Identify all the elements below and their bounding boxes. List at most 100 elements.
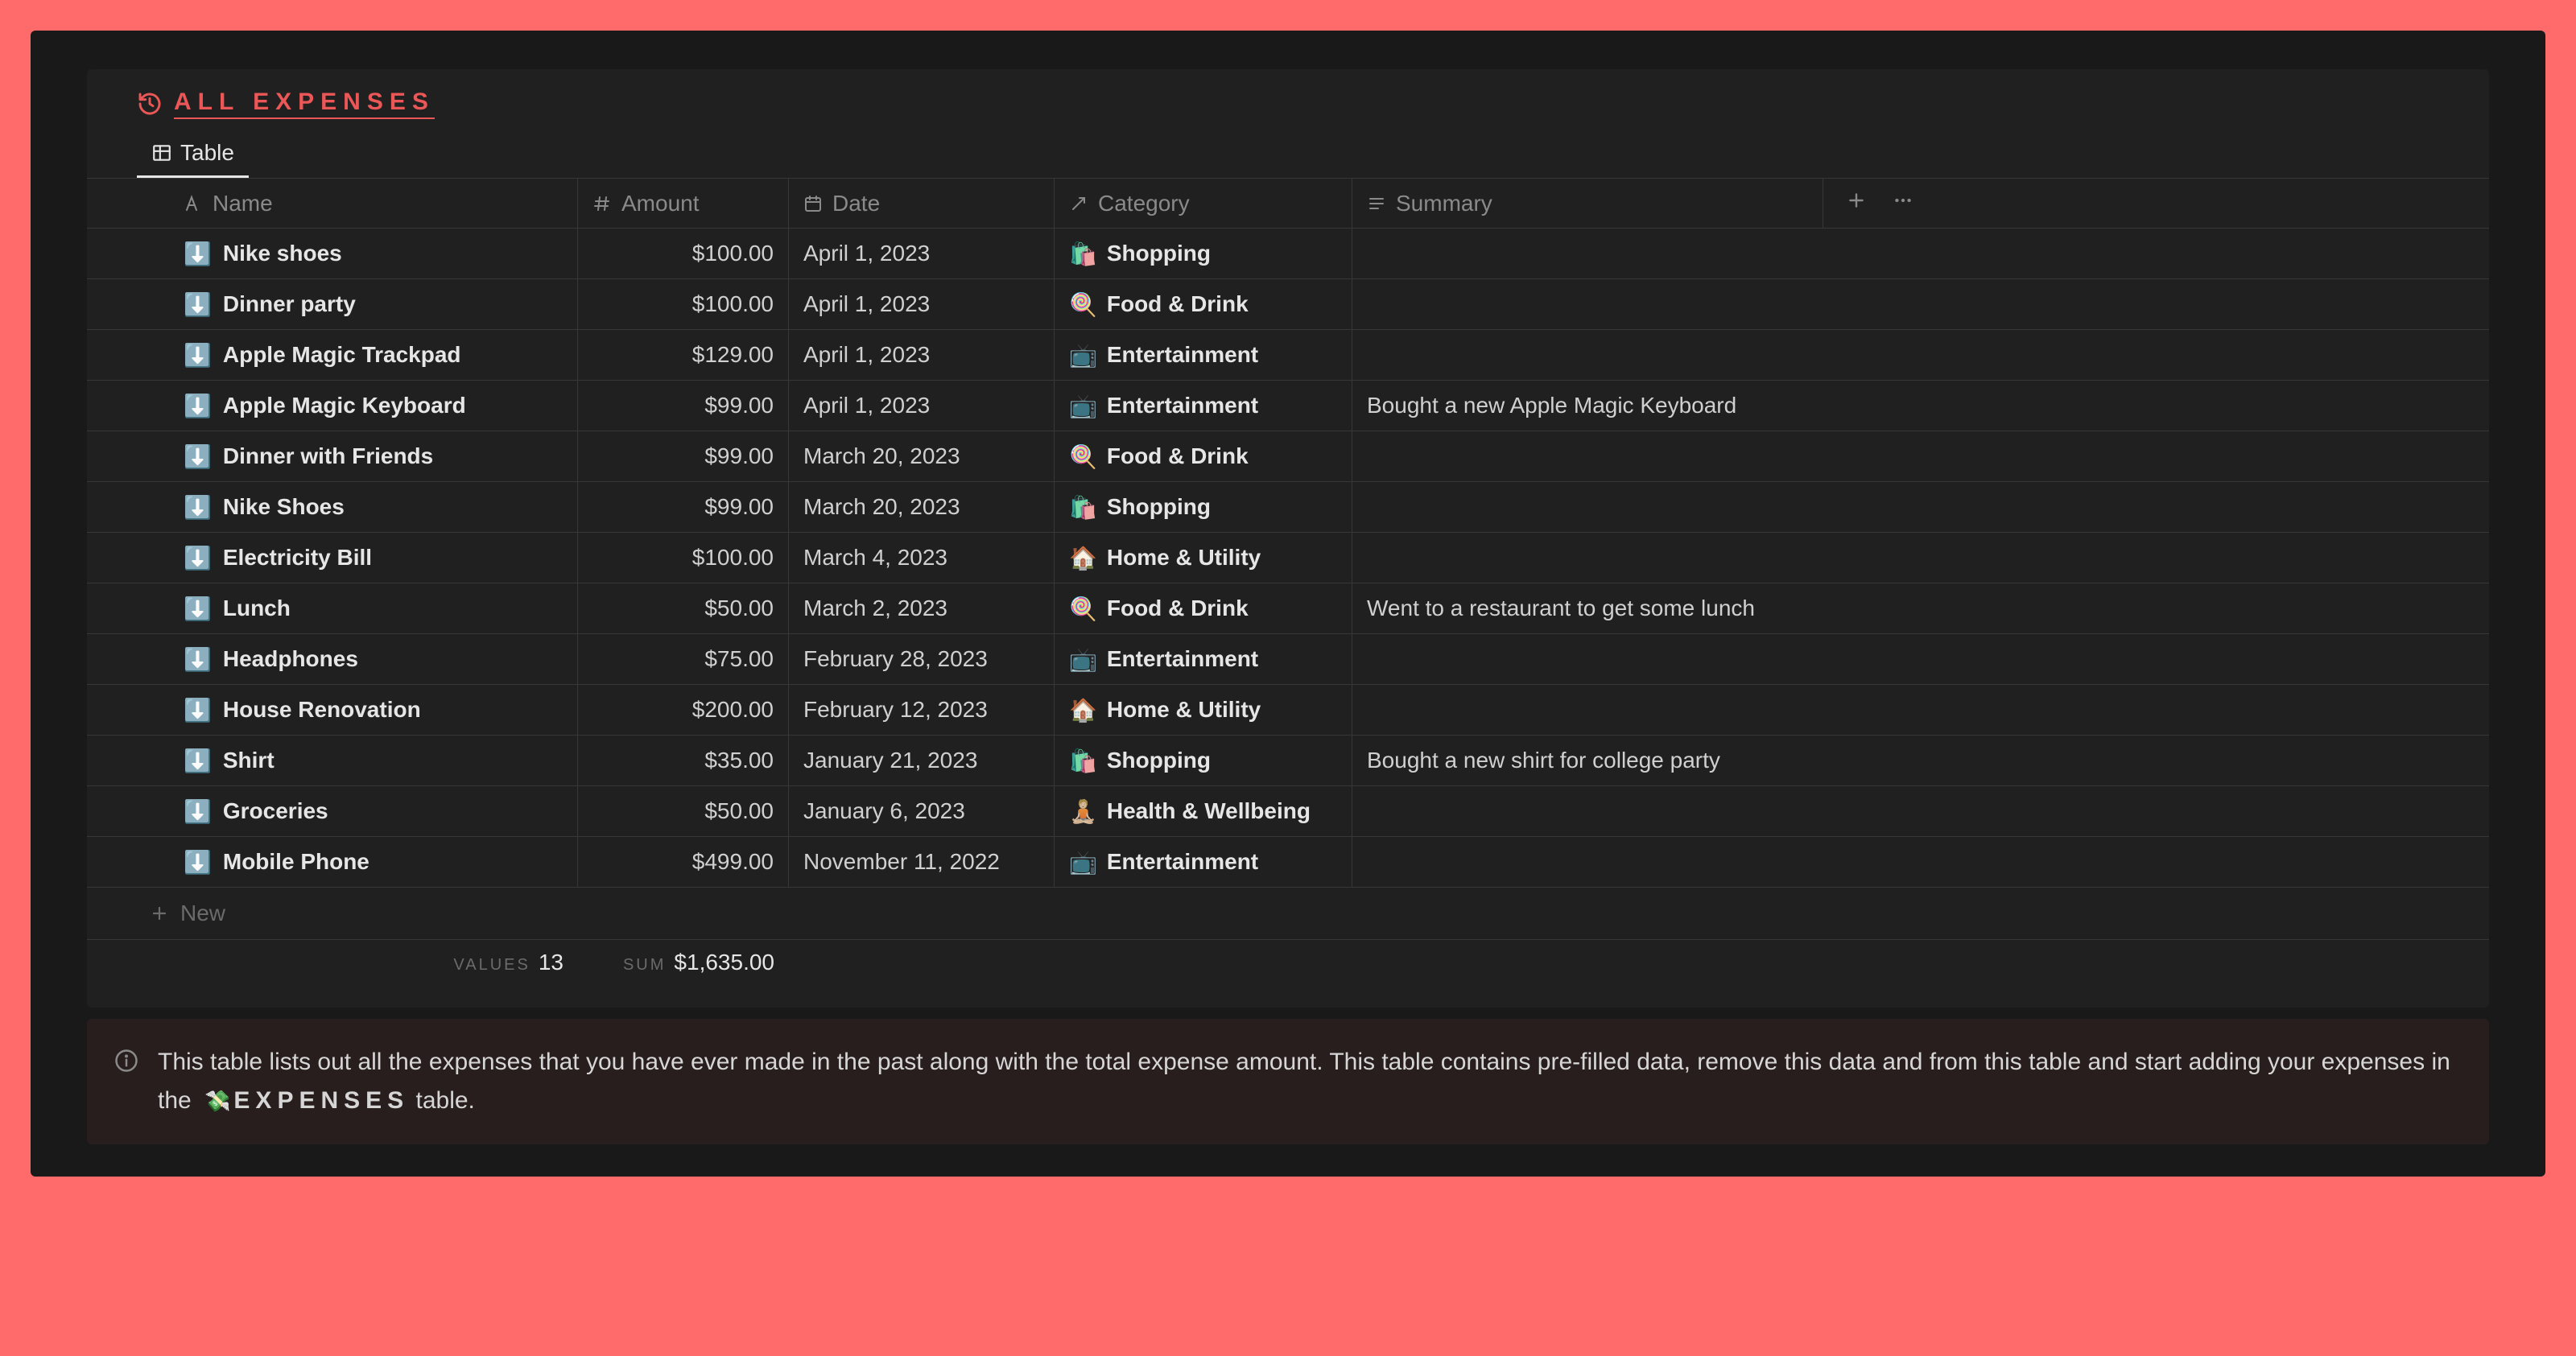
cell-category[interactable]: 📺Entertainment — [1055, 634, 1352, 684]
category-icon: 📺 — [1069, 342, 1097, 369]
cell-name[interactable]: ⬇️Shirt — [137, 736, 578, 785]
table-row[interactable]: ⬇️Lunch$50.00March 2, 2023🍭Food & DrinkW… — [87, 583, 2489, 634]
cell-summary[interactable] — [1352, 837, 1823, 887]
cell-date[interactable]: April 1, 2023 — [789, 330, 1055, 380]
down-arrow-icon: ⬇️ — [184, 494, 212, 521]
table-row[interactable]: ⬇️Apple Magic Trackpad$129.00April 1, 20… — [87, 330, 2489, 381]
cell-name[interactable]: ⬇️Apple Magic Trackpad — [137, 330, 578, 380]
cell-amount[interactable]: $100.00 — [578, 533, 789, 583]
cell-amount[interactable]: $99.00 — [578, 482, 789, 532]
cell-date[interactable]: March 2, 2023 — [789, 583, 1055, 633]
cell-date[interactable]: April 1, 2023 — [789, 279, 1055, 329]
cell-name[interactable]: ⬇️Nike Shoes — [137, 482, 578, 532]
category-icon: 📺 — [1069, 646, 1097, 673]
cell-summary[interactable] — [1352, 533, 1823, 583]
cell-name[interactable]: ⬇️Headphones — [137, 634, 578, 684]
col-amount[interactable]: Amount — [578, 179, 789, 228]
cell-category[interactable]: 🛍️Shopping — [1055, 482, 1352, 532]
cell-summary[interactable] — [1352, 279, 1823, 329]
cell-summary[interactable]: Went to a restaurant to get some lunch — [1352, 583, 1823, 633]
cell-amount[interactable]: $99.00 — [578, 381, 789, 431]
cell-date[interactable]: March 20, 2023 — [789, 431, 1055, 481]
cell-category[interactable]: 📺Entertainment — [1055, 837, 1352, 887]
table-row[interactable]: ⬇️Electricity Bill$100.00March 4, 2023🏠H… — [87, 533, 2489, 583]
cell-amount[interactable]: $99.00 — [578, 431, 789, 481]
cell-name[interactable]: ⬇️Nike shoes — [137, 229, 578, 278]
cell-category[interactable]: 🏠Home & Utility — [1055, 685, 1352, 735]
table-row[interactable]: ⬇️Groceries$50.00January 6, 2023🧘🏼Health… — [87, 786, 2489, 837]
cell-summary[interactable] — [1352, 229, 1823, 278]
add-column-button[interactable] — [1846, 190, 1867, 216]
cell-summary[interactable]: Bought a new shirt for college party — [1352, 736, 1823, 785]
cell-summary[interactable] — [1352, 786, 1823, 836]
cell-amount[interactable]: $129.00 — [578, 330, 789, 380]
col-date[interactable]: Date — [789, 179, 1055, 228]
cell-category[interactable]: 🍭Food & Drink — [1055, 279, 1352, 329]
cell-summary[interactable] — [1352, 431, 1823, 481]
sum-label: SUM — [623, 956, 666, 975]
cell-date[interactable]: April 1, 2023 — [789, 381, 1055, 431]
cell-category[interactable]: 🍭Food & Drink — [1055, 431, 1352, 481]
cell-amount[interactable]: $200.00 — [578, 685, 789, 735]
down-arrow-icon: ⬇️ — [184, 596, 212, 622]
col-category[interactable]: Category — [1055, 179, 1352, 228]
category-icon: 🍭 — [1069, 596, 1097, 622]
down-arrow-icon: ⬇️ — [184, 393, 212, 419]
cell-amount[interactable]: $75.00 — [578, 634, 789, 684]
cell-date[interactable]: January 21, 2023 — [789, 736, 1055, 785]
cell-name[interactable]: ⬇️Mobile Phone — [137, 837, 578, 887]
tab-table[interactable]: Table — [137, 130, 249, 178]
table-row[interactable]: ⬇️Nike shoes$100.00April 1, 2023🛍️Shoppi… — [87, 229, 2489, 279]
cell-date[interactable]: November 11, 2022 — [789, 837, 1055, 887]
table-row[interactable]: ⬇️House Renovation$200.00February 12, 20… — [87, 685, 2489, 736]
cell-amount[interactable]: $50.00 — [578, 786, 789, 836]
table-row[interactable]: ⬇️Headphones$75.00February 28, 2023📺Ente… — [87, 634, 2489, 685]
table-row[interactable]: ⬇️Apple Magic Keyboard$99.00April 1, 202… — [87, 381, 2489, 431]
cell-name[interactable]: ⬇️Electricity Bill — [137, 533, 578, 583]
cell-category[interactable]: 🏠Home & Utility — [1055, 533, 1352, 583]
cell-amount[interactable]: $100.00 — [578, 229, 789, 278]
new-row-button[interactable]: New — [87, 888, 2489, 940]
cell-category[interactable]: 📺Entertainment — [1055, 381, 1352, 431]
cell-category[interactable]: 🛍️Shopping — [1055, 736, 1352, 785]
cell-amount[interactable]: $50.00 — [578, 583, 789, 633]
table-row[interactable]: ⬇️Shirt$35.00January 21, 2023🛍️ShoppingB… — [87, 736, 2489, 786]
cell-name[interactable]: ⬇️Dinner with Friends — [137, 431, 578, 481]
cell-date[interactable]: March 20, 2023 — [789, 482, 1055, 532]
cell-category[interactable]: 🧘🏼Health & Wellbeing — [1055, 786, 1352, 836]
cell-category[interactable]: 🍭Food & Drink — [1055, 583, 1352, 633]
cell-name[interactable]: ⬇️Groceries — [137, 786, 578, 836]
cell-summary[interactable] — [1352, 330, 1823, 380]
cell-summary[interactable]: Bought a new Apple Magic Keyboard — [1352, 381, 1823, 431]
cell-summary[interactable] — [1352, 482, 1823, 532]
col-name[interactable]: Name — [137, 179, 578, 228]
cell-amount[interactable]: $100.00 — [578, 279, 789, 329]
category-icon: 🏠 — [1069, 545, 1097, 571]
cell-name[interactable]: ⬇️House Renovation — [137, 685, 578, 735]
cell-category[interactable]: 📺Entertainment — [1055, 330, 1352, 380]
cell-amount[interactable]: $35.00 — [578, 736, 789, 785]
col-summary[interactable]: Summary — [1352, 179, 1823, 228]
cell-date[interactable]: January 6, 2023 — [789, 786, 1055, 836]
cell-date[interactable]: February 28, 2023 — [789, 634, 1055, 684]
table-row[interactable]: ⬇️Mobile Phone$499.00November 11, 2022📺E… — [87, 837, 2489, 888]
cell-name[interactable]: ⬇️Dinner party — [137, 279, 578, 329]
table-header: Name Amount Date Category Summary — [87, 179, 2489, 229]
cell-date[interactable]: April 1, 2023 — [789, 229, 1055, 278]
category-icon: 🛍️ — [1069, 748, 1097, 774]
table-row[interactable]: ⬇️Nike Shoes$99.00March 20, 2023🛍️Shoppi… — [87, 482, 2489, 533]
expenses-link[interactable]: EXPENSES — [233, 1087, 409, 1114]
cell-summary[interactable] — [1352, 634, 1823, 684]
down-arrow-icon: ⬇️ — [184, 798, 212, 825]
cell-name[interactable]: ⬇️Apple Magic Keyboard — [137, 381, 578, 431]
table-row[interactable]: ⬇️Dinner with Friends$99.00March 20, 202… — [87, 431, 2489, 482]
more-button[interactable] — [1891, 190, 1915, 216]
table-row[interactable]: ⬇️Dinner party$100.00April 1, 2023🍭Food … — [87, 279, 2489, 330]
cell-summary[interactable] — [1352, 685, 1823, 735]
down-arrow-icon: ⬇️ — [184, 748, 212, 774]
cell-amount[interactable]: $499.00 — [578, 837, 789, 887]
cell-date[interactable]: March 4, 2023 — [789, 533, 1055, 583]
cell-date[interactable]: February 12, 2023 — [789, 685, 1055, 735]
cell-name[interactable]: ⬇️Lunch — [137, 583, 578, 633]
cell-category[interactable]: 🛍️Shopping — [1055, 229, 1352, 278]
